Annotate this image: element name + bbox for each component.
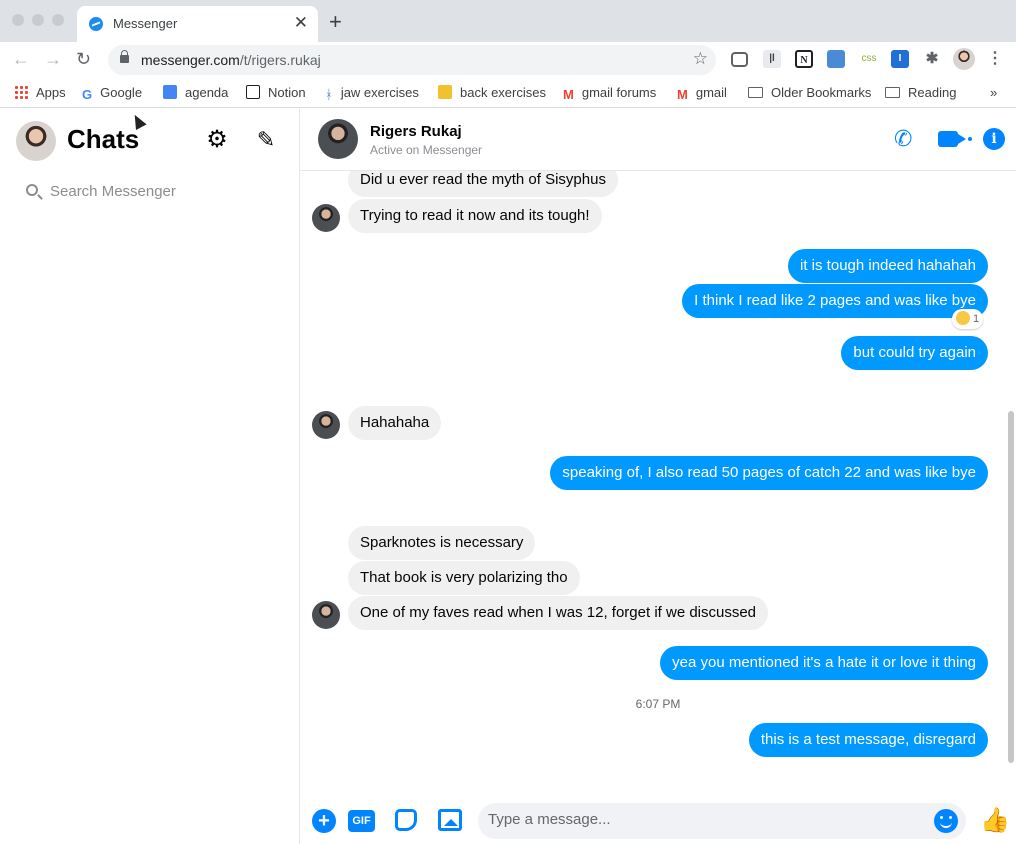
browser-toolbar: ← → ↻ messenger.com/t/rigers.rukaj ☆ |l … [0,42,1016,78]
lock-icon [120,50,129,63]
window-zoom-button[interactable] [52,14,64,26]
bookmark-gmail-forums[interactable]: Mgmail forums [563,83,656,103]
pocket-extension-icon[interactable] [731,52,748,67]
browser-tab-strip: Messenger ✕ + [0,0,1016,42]
google-icon: G [82,87,93,102]
bookmark-apps[interactable]: Apps [14,83,66,103]
profile-avatar-icon[interactable] [953,48,975,70]
gif-button[interactable]: GIF [348,810,375,832]
bookmark-older-bookmarks[interactable]: Older Bookmarks [748,83,871,103]
user-avatar[interactable] [16,121,56,161]
gmail-icon: M [563,87,574,102]
apps-grid-icon [14,85,28,99]
emoji-smiley-icon[interactable] [934,809,958,833]
conversation-header: Rigers Rukaj Active on Messenger ✆ i [300,109,1016,171]
chats-title: Chats [67,124,140,154]
bookmark-reading[interactable]: Reading [885,83,956,103]
docs-icon [163,85,177,99]
more-actions-plus-icon[interactable]: + [312,809,336,833]
contact-name[interactable]: Rigers Rukaj [370,123,462,140]
gmail-icon: M [677,87,688,102]
bookmark-star-icon[interactable]: ☆ [693,49,708,69]
message-bubble-incoming[interactable]: One of my faves read when I was 12, forg… [348,596,769,630]
url-text: messenger.com/t/rigers.rukaj [141,52,321,68]
search-icon [26,184,38,196]
message-bubble-incoming[interactable]: Sparknotes is necessary [348,526,536,560]
phone-icon[interactable]: ✆ [894,127,912,151]
reaction-badge[interactable]: 1 [952,309,984,329]
message-bubble-outgoing[interactable]: but could try again [841,336,988,370]
reload-icon[interactable]: ↻ [76,49,91,69]
gear-icon[interactable]: ⚙ [203,126,231,154]
sticker-icon[interactable] [395,809,417,831]
message-bubble-outgoing[interactable]: it is tough indeed hahahah [788,249,988,283]
message-bubble-outgoing[interactable]: this is a test message, disregard [748,723,988,757]
message-thread[interactable]: Did u ever read the myth of Sisyphus Try… [300,171,1016,781]
message-bubble-outgoing[interactable]: yea you mentioned it's a hate it or love… [660,646,988,680]
bookmark-notion[interactable]: Notion [246,83,306,103]
window-close-button[interactable] [12,14,24,26]
folder-icon [748,87,763,98]
bookmarks-overflow-button[interactable]: » [990,83,997,103]
contact-mini-avatar [312,204,340,232]
tab-close-icon[interactable]: ✕ [294,13,308,33]
message-bubble-incoming[interactable]: Did u ever read the myth of Sisyphus [348,171,618,197]
message-bubble-incoming[interactable]: Hahahaha [348,406,442,440]
back-arrow-icon[interactable]: ← [12,49,30,69]
message-timestamp: 6:07 PM [635,697,681,711]
contact-mini-avatar [312,411,340,439]
contact-mini-avatar [312,601,340,629]
messenger-app: Chats ⚙ ✎ Rigers Rukaj Active on Messeng… [0,109,1016,844]
bookmarks-bar: Apps G Google agenda Notion ᚼ jaw exercise… [0,78,1016,108]
messenger-favicon-icon [89,17,103,31]
message-bubble-outgoing[interactable]: speaking of, I also read 50 pages of cat… [550,456,988,490]
chats-sidebar: Chats ⚙ ✎ [0,109,300,844]
compose-icon[interactable]: ✎ [252,126,280,154]
photo-icon[interactable] [438,809,462,831]
address-bar[interactable]: messenger.com/t/rigers.rukaj ☆ [108,45,716,75]
search-input[interactable] [50,183,270,200]
notion-extension-icon[interactable]: N [795,50,813,68]
search-bar [16,175,284,211]
folder-icon [885,87,900,98]
video-dot-icon [968,137,972,141]
new-tab-button[interactable]: + [329,9,342,35]
css-extension-icon[interactable]: css [859,50,879,68]
bookmark-agenda[interactable]: agenda [163,83,228,103]
bars-extension-icon[interactable]: |l [763,50,781,68]
figure-icon: ᚼ [325,87,333,102]
bookmark-gmail[interactable]: Mgmail [677,83,727,103]
message-input-wrapper [478,803,966,839]
conversation-panel: Rigers Rukaj Active on Messenger ✆ i Did… [300,109,1016,844]
bookmark-back-exercises[interactable]: back exercises [438,83,546,103]
message-bubble-outgoing[interactable]: I think I read like 2 pages and was like… [682,284,988,318]
thread-scrollbar[interactable] [1008,411,1014,763]
info-icon[interactable]: i [983,128,1005,150]
one-extension-icon[interactable]: I [891,50,909,68]
notion-icon [246,85,260,99]
browser-menu-icon[interactable]: ⋮ [986,50,1004,68]
contact-status: Active on Messenger [370,143,483,157]
puzzle-extensions-icon[interactable]: ✱ [923,50,941,68]
forward-arrow-icon[interactable]: → [44,49,62,69]
yellow-bookmark-icon [438,85,452,99]
image-extension-icon[interactable] [827,50,845,68]
browser-tab-messenger[interactable]: Messenger ✕ [77,6,318,42]
bookmark-jaw-exercises[interactable]: ᚼ jaw exercises [325,83,419,103]
thumbs-up-icon[interactable]: 👍 [980,807,1010,835]
tab-title: Messenger [113,16,178,31]
message-composer: + GIF 👍 [300,781,1016,844]
bookmark-google[interactable]: G Google [82,83,142,103]
message-bubble-incoming[interactable]: That book is very polarizing tho [348,561,580,595]
message-bubble-incoming[interactable]: Trying to read it now and its tough! [348,199,602,233]
video-camera-icon[interactable] [938,131,958,147]
message-input[interactable] [488,811,918,828]
contact-avatar[interactable] [318,119,358,159]
laughing-emoji-icon [956,311,970,325]
window-minimize-button[interactable] [32,14,44,26]
